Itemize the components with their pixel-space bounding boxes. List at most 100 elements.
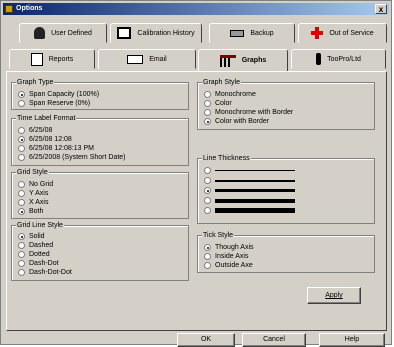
option-label: Dash-Dot [29,260,59,267]
radio-button[interactable] [18,145,25,152]
close-button[interactable]: x [375,4,387,14]
radio-button[interactable] [18,251,25,258]
radio-button[interactable] [18,127,25,134]
title-bar[interactable]: Options x [3,3,389,15]
radio-button[interactable] [204,118,211,125]
tab-out-of-service[interactable]: Out of Service [298,23,387,43]
radio-thickness-3[interactable] [204,187,295,194]
radio-color[interactable]: Color [204,99,232,108]
radio-button[interactable] [18,190,25,197]
option-label: Solid [29,233,45,240]
radio-x-axis[interactable]: X Axis [18,198,48,207]
radio-outside-axis[interactable]: Outside Axe [204,261,253,270]
option-label: No Grid [29,181,54,188]
radio-through-axis[interactable]: Though Axis [204,243,254,252]
option-label: 6/25/08 12:08 [29,136,72,143]
radio-button[interactable] [204,91,211,98]
radio-button[interactable] [18,242,25,249]
group-label: Graph Type [16,78,55,87]
radio-color-border[interactable]: Color with Border [204,117,269,126]
radio-button[interactable] [18,233,25,240]
tab-label: Email [149,55,167,63]
radio-system-short-date[interactable]: 6/25/2008 (System Short Date) [18,153,126,162]
radio-dash-dot[interactable]: Dash-Dot [18,259,59,268]
radio-inside-axis[interactable]: Inside Axis [204,252,248,261]
radio-button[interactable] [204,197,211,204]
tab-email[interactable]: Email [98,49,196,69]
radio-button[interactable] [204,167,211,174]
option-label: Both [29,208,44,215]
group-label: Graph Style [202,78,241,87]
cancel-button[interactable]: Cancel [242,333,306,347]
radio-button[interactable] [204,177,211,184]
radio-button[interactable] [18,199,25,206]
radio-solid[interactable]: Solid [18,232,45,241]
radio-dashed[interactable]: Dashed [18,241,53,250]
tab-calibration-history[interactable]: Calibration History [110,23,202,43]
graph-type-group: Graph Type Span Capacity (100%) Span Res… [11,78,189,110]
app-icon [5,5,13,13]
group-label: Time Label Format [16,114,77,123]
radio-button[interactable] [18,208,25,215]
radio-span-capacity[interactable]: Span Capacity (100%) [18,90,99,99]
option-label: Dotted [29,251,50,258]
tab-label: Reports [48,55,74,63]
tab-label: Calibration History [137,29,195,37]
reports-icon [30,52,43,66]
option-label: Dashed [29,242,54,249]
radio-date-time-seconds[interactable]: 6/25/08 12:08:13 PM [18,144,94,153]
radio-monochrome-border[interactable]: Monochrome with Border [204,108,293,117]
radio-no-grid[interactable]: No Grid [18,180,53,189]
radio-thickness-4[interactable] [204,197,295,204]
radio-button[interactable] [18,91,25,98]
radio-button[interactable] [18,260,25,267]
radio-date-time[interactable]: 6/25/08 12:08 [18,135,72,144]
radio-dash-dot-dot[interactable]: Dash-Dot-Dot [18,268,72,277]
radio-button[interactable] [18,181,25,188]
tab-label: TooPro/Ltd [327,55,361,63]
radio-button[interactable] [204,207,211,214]
tab-label: User Defined [51,29,92,37]
tab-graphs[interactable]: Graphs [198,49,288,71]
radio-span-reserve[interactable]: Span Reserve (0%) [18,99,90,108]
radio-button[interactable] [204,100,211,107]
radio-button[interactable] [204,244,211,251]
line-sample [215,189,295,192]
graphs-panel: Graph Type Span Capacity (100%) Span Res… [6,71,387,331]
radio-thickness-2[interactable] [204,177,295,184]
tab-label: Graphs [241,57,267,64]
radio-button[interactable] [18,100,25,107]
radio-button[interactable] [18,136,25,143]
tab-user-defined[interactable]: User Defined [19,23,107,43]
tab-reports[interactable]: Reports [9,49,95,69]
radio-button[interactable] [204,109,211,116]
ok-button[interactable]: OK [177,333,235,347]
radio-thickness-5[interactable] [204,207,295,214]
option-label: Color with Border [215,118,270,125]
tab-toopro-ltd[interactable]: TooPro/Ltd [291,49,386,69]
radio-dotted[interactable]: Dotted [18,250,50,259]
radio-button[interactable] [18,154,25,161]
radio-button[interactable] [204,262,211,269]
tab-label: Backup [250,29,274,37]
option-label: Monochrome [215,91,256,98]
radio-both[interactable]: Both [18,207,43,216]
line-thickness-group: Line Thickness [197,154,375,224]
option-label: Span Reserve (0%) [29,100,91,107]
group-label: Line Thickness [202,154,251,163]
radio-monochrome[interactable]: Monochrome [204,90,256,99]
radio-y-axis[interactable]: Y Axis [18,189,48,198]
help-button[interactable]: Help [319,333,385,347]
radio-button[interactable] [204,187,211,194]
graph-icon [219,54,236,67]
radio-thickness-1[interactable] [204,167,295,174]
drive-icon [230,29,245,37]
radio-button[interactable] [204,253,211,260]
radio-button[interactable] [18,269,25,276]
group-label: Tick Style [202,231,235,240]
group-label: Grid Line Style [16,221,64,230]
apply-button[interactable]: Apply [307,287,361,304]
tab-backup[interactable]: Backup [209,23,295,43]
group-label: Grid Style [16,168,49,177]
radio-date-short[interactable]: 6/25/08 [18,126,52,135]
